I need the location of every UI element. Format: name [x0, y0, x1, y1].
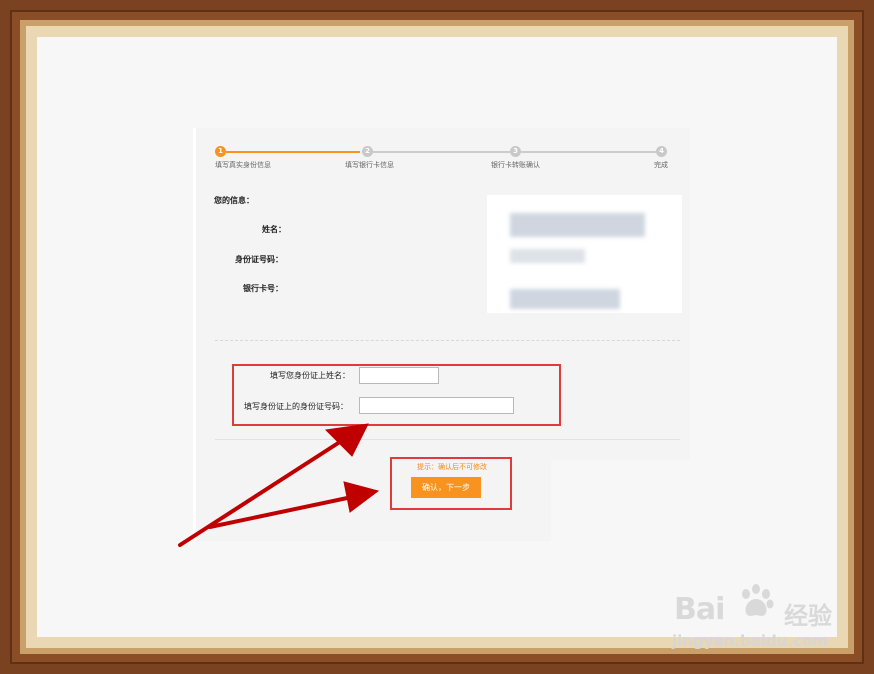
step-2-dot: 2 — [362, 146, 373, 157]
watermark-jingyan: 经验 — [784, 602, 832, 630]
step-progress-line-done — [226, 151, 360, 153]
baidu-jingyan-watermark: Bai du 经验 jingyan.baidu.com — [668, 582, 838, 662]
step-3-dot: 3 — [510, 146, 521, 157]
id-number-prompt: 填写身份证上的身份证号码： — [244, 402, 348, 411]
step-progress-line — [373, 151, 510, 153]
page-cutout — [551, 460, 691, 542]
watermark-logo-bai: Bai — [674, 592, 725, 627]
step-1-label: 填写真实身份信息 — [215, 161, 271, 169]
step-2-label: 填写银行卡信息 — [345, 161, 394, 169]
confirm-hint: 提示：确认后不可修改 — [417, 463, 487, 471]
confirm-next-button[interactable]: 确认，下一步 — [411, 477, 481, 498]
id-number-label: 身份证号码： — [235, 255, 283, 264]
form-divider — [215, 439, 680, 440]
step-3-label: 银行卡转账确认 — [491, 161, 540, 169]
step-progress-line — [521, 151, 656, 153]
section-divider — [215, 340, 680, 341]
name-prompt: 填写您身份证上姓名： — [270, 371, 350, 380]
step-4-label: 完成 — [654, 161, 668, 169]
redacted-id-number — [510, 249, 585, 263]
name-input[interactable] — [359, 367, 439, 384]
step-1-dot: 1 — [215, 146, 226, 157]
redacted-info-panel — [487, 195, 682, 313]
id-number-input[interactable] — [359, 397, 514, 414]
info-heading: 您的信息： — [214, 196, 254, 205]
redacted-card-number — [510, 289, 620, 309]
step-4-dot: 4 — [656, 146, 667, 157]
page-edge — [193, 128, 196, 541]
paw-icon — [742, 584, 774, 616]
redacted-name — [510, 213, 645, 237]
bank-card-label: 银行卡号： — [243, 284, 283, 293]
watermark-url: jingyan.baidu.com — [672, 632, 828, 650]
name-label: 姓名： — [262, 225, 286, 234]
